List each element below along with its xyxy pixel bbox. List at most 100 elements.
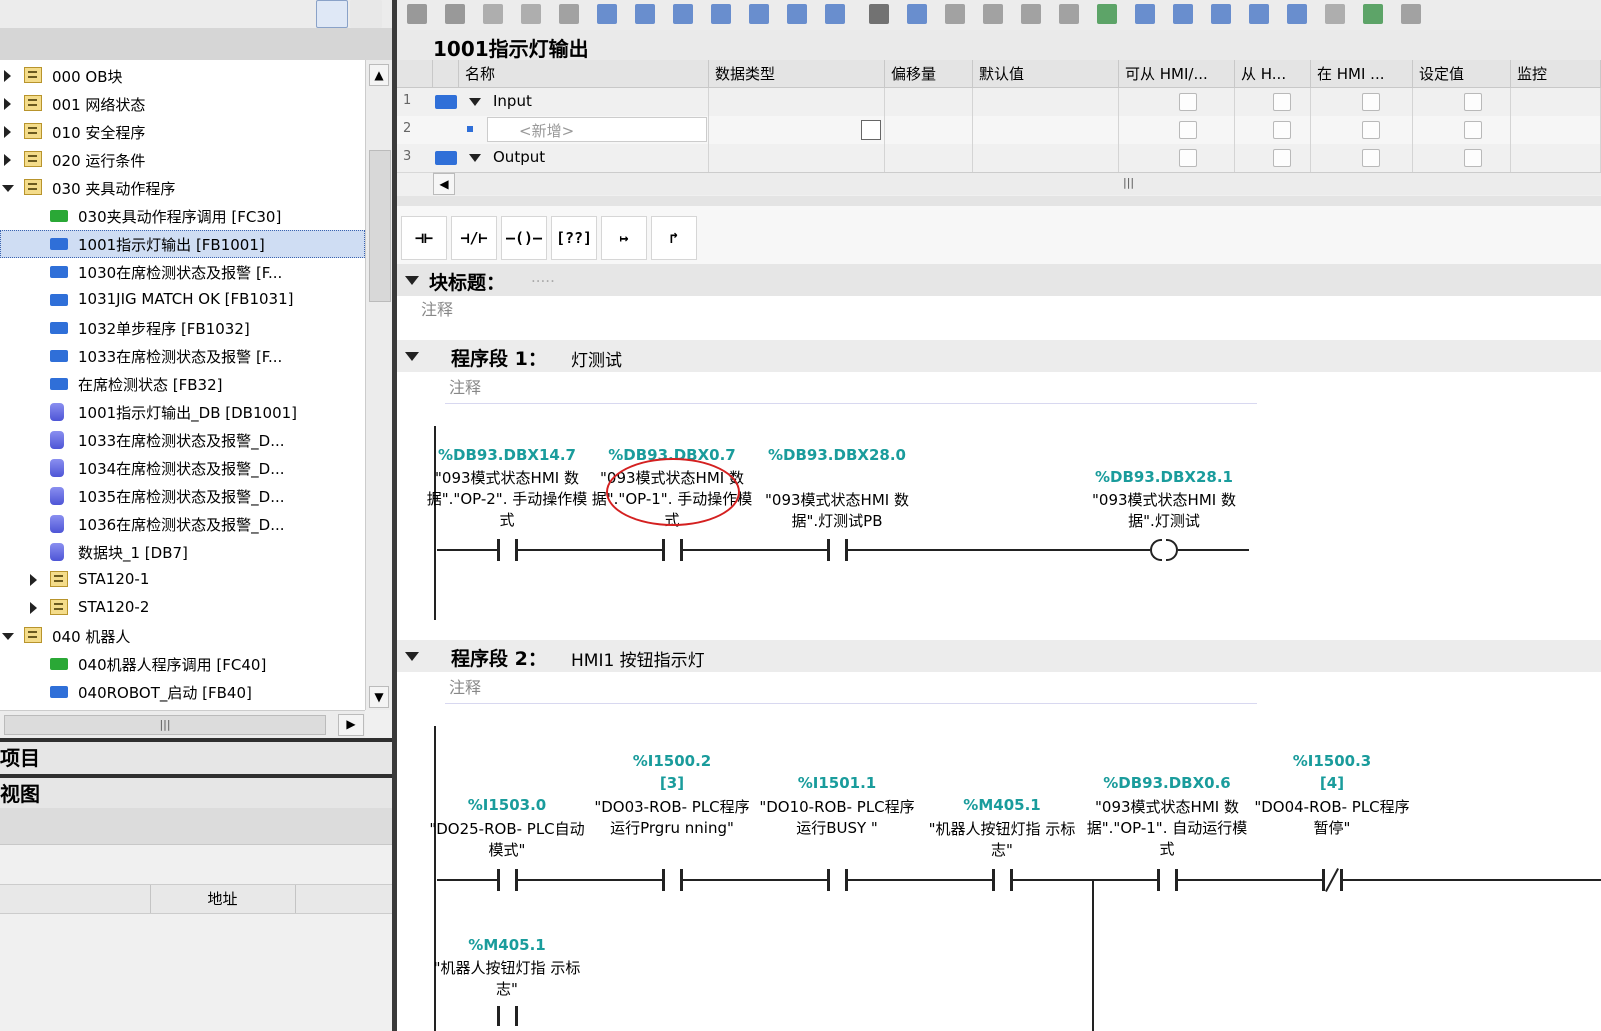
- tree-item-label: 1031JIG MATCH OK [FB1031]: [78, 290, 294, 308]
- details-col-address[interactable]: 地址: [150, 885, 296, 913]
- tree-item[interactable]: 001 网络状态: [0, 90, 365, 118]
- network-subtitle[interactable]: 灯测试: [571, 346, 622, 371]
- collapse-icon[interactable]: [405, 652, 419, 661]
- network-comment[interactable]: 注释: [445, 374, 1257, 404]
- tree-item[interactable]: STA120-2: [0, 594, 365, 622]
- tree-item[interactable]: 040 机器人: [0, 622, 365, 650]
- operand-name[interactable]: "DO03-ROB- PLC程序运行Prgru nning": [590, 797, 754, 839]
- collapsed-arrow-icon[interactable]: [30, 574, 37, 586]
- operand-name[interactable]: "DO25-ROB- PLC自动模式": [425, 819, 589, 861]
- coil-symbol[interactable]: [1166, 539, 1178, 561]
- tree-item[interactable]: 1034在席检测状态及报警_D...: [0, 454, 365, 482]
- tree-item[interactable]: 在席检测状态 [FB32]: [0, 370, 365, 398]
- operand-name[interactable]: "093模式状态HMI 数据"."OP-1". 自动运行模式: [1085, 797, 1249, 860]
- expanded-arrow-icon[interactable]: [2, 185, 14, 192]
- contact-symbol[interactable]: [1322, 869, 1325, 891]
- tree-item[interactable]: 1030在席检测状态及报警 [F...: [0, 258, 365, 286]
- tree-horizontal-scrollbar[interactable]: ||| ▶: [0, 710, 365, 739]
- contact-symbol[interactable]: [680, 539, 683, 561]
- operand-name[interactable]: "093模式状态HMI 数据".灯测试PB: [755, 490, 919, 532]
- operand-name[interactable]: "机器人按钮灯指 示标志": [920, 819, 1084, 861]
- tree-item[interactable]: 1033在席检测状态及报警_D...: [0, 426, 365, 454]
- contact-symbol[interactable]: [1157, 869, 1160, 891]
- contact-symbol[interactable]: [515, 869, 518, 891]
- collapse-icon[interactable]: [405, 352, 419, 361]
- tree-item[interactable]: 030夹具动作程序调用 [FC30]: [0, 202, 365, 230]
- tree-item[interactable]: 1001指示灯输出_DB [DB1001]: [0, 398, 365, 426]
- tree-item[interactable]: 1036在席检测状态及报警_D...: [0, 510, 365, 538]
- contact-symbol[interactable]: [827, 539, 830, 561]
- collapsed-arrow-icon[interactable]: [4, 154, 11, 166]
- contact-symbol[interactable]: [845, 869, 848, 891]
- tree-item[interactable]: STA120-1: [0, 566, 365, 594]
- tree-item-label: 1033在席检测状态及报警 [F...: [78, 348, 283, 366]
- tree-item-label: 1034在席检测状态及报警_D...: [78, 460, 285, 478]
- tree-item[interactable]: 020 运行条件: [0, 146, 365, 174]
- scroll-right-icon[interactable]: ▶: [338, 714, 364, 736]
- tree-item[interactable]: 数据块_1 [DB7]: [0, 538, 365, 566]
- details-toolbar: [0, 808, 392, 845]
- contact-symbol[interactable]: [1010, 869, 1013, 891]
- tree-item[interactable]: 040机器人程序调用 [FC40]: [0, 650, 365, 678]
- tree-vertical-scrollbar[interactable]: ▲ ▼: [365, 60, 392, 710]
- tree-item-label: 1030在席检测状态及报警 [F...: [78, 264, 283, 282]
- contact-symbol[interactable]: [1340, 869, 1343, 891]
- tree-item[interactable]: 010 安全程序: [0, 118, 365, 146]
- network-header[interactable]: 程序段 1： 灯测试: [397, 340, 1601, 372]
- db-block-icon: [50, 487, 64, 505]
- tree-item-label: 000 OB块: [52, 68, 123, 86]
- tree-item-label: 030夹具动作程序调用 [FC30]: [78, 208, 282, 226]
- contact-symbol[interactable]: [497, 539, 500, 561]
- contact-symbol[interactable]: [827, 869, 830, 891]
- scroll-up-icon[interactable]: ▲: [369, 64, 389, 86]
- tree-item[interactable]: 1035在席检测状态及报警_D...: [0, 482, 365, 510]
- operand-name[interactable]: "DO04-ROB- PLC程序暂停": [1250, 797, 1414, 839]
- tree-item[interactable]: 1001指示灯输出 [FB1001]: [0, 230, 365, 258]
- tree-item[interactable]: 030 夹具动作程序: [0, 174, 365, 202]
- contact-symbol[interactable]: [662, 869, 665, 891]
- ladder-wire: [437, 879, 1601, 881]
- tree-item[interactable]: 1033在席检测状态及报警 [F...: [0, 342, 365, 370]
- contact-symbol[interactable]: [845, 539, 848, 561]
- scroll-thumb[interactable]: [369, 150, 391, 302]
- contact-symbol[interactable]: [680, 869, 683, 891]
- network-header[interactable]: 程序段 2： HMI1 按钮指示灯: [397, 640, 1601, 672]
- collapsed-arrow-icon[interactable]: [4, 126, 11, 138]
- scroll-down-icon[interactable]: ▼: [369, 686, 389, 708]
- contact-symbol[interactable]: [515, 539, 518, 561]
- network-comment[interactable]: 注释: [445, 674, 1257, 704]
- operand-name[interactable]: "093模式状态HMI 数据"."OP-2". 手动操作模式: [425, 468, 589, 531]
- contact-symbol[interactable]: [992, 869, 995, 891]
- add-item-icon[interactable]: [350, 0, 382, 28]
- hscroll-thumb[interactable]: |||: [4, 715, 326, 735]
- tree-item[interactable]: 1031JIG MATCH OK [FB1031]: [0, 286, 365, 314]
- contact-gap: [1159, 876, 1175, 884]
- contact-symbol[interactable]: [497, 869, 500, 891]
- tree-toolbar: [0, 0, 392, 28]
- contact-symbol[interactable]: [1175, 869, 1178, 891]
- contact-symbol[interactable]: [515, 1006, 518, 1026]
- tree-item[interactable]: 000 OB块: [0, 62, 365, 90]
- contact-symbol[interactable]: [497, 1006, 500, 1026]
- branch-line: [1092, 880, 1094, 1031]
- contact-gap: [829, 876, 845, 884]
- operand-address: %M405.1: [468, 936, 546, 954]
- collapsed-arrow-icon[interactable]: [30, 602, 37, 614]
- expanded-arrow-icon[interactable]: [2, 633, 14, 640]
- details-col-name[interactable]: [0, 885, 151, 913]
- operand-name[interactable]: "DO10-ROB- PLC程序运行BUSY ": [755, 797, 919, 839]
- tree-item-label: 在席检测状态 [FB32]: [78, 376, 223, 394]
- collapsed-arrow-icon[interactable]: [4, 98, 11, 110]
- operand-name[interactable]: "机器人按钮灯指 示标志": [425, 958, 589, 1000]
- tree-item[interactable]: 1032单步程序 [FB1032]: [0, 314, 365, 342]
- detail-view-icon[interactable]: [316, 0, 348, 28]
- operand-name[interactable]: "093模式状态HMI 数据".灯测试: [1082, 490, 1246, 532]
- coil-symbol[interactable]: [1150, 539, 1162, 561]
- contact-symbol[interactable]: [662, 539, 665, 561]
- view-pane-title[interactable]: 视图: [0, 778, 392, 810]
- collapsed-arrow-icon[interactable]: [4, 70, 11, 82]
- project-pane-title[interactable]: 项目: [0, 742, 392, 774]
- network-subtitle[interactable]: HMI1 按钮指示灯: [571, 646, 705, 671]
- tree-item[interactable]: 040ROBOT_启动 [FB40]: [0, 678, 365, 706]
- fb-block-icon: [50, 322, 68, 334]
